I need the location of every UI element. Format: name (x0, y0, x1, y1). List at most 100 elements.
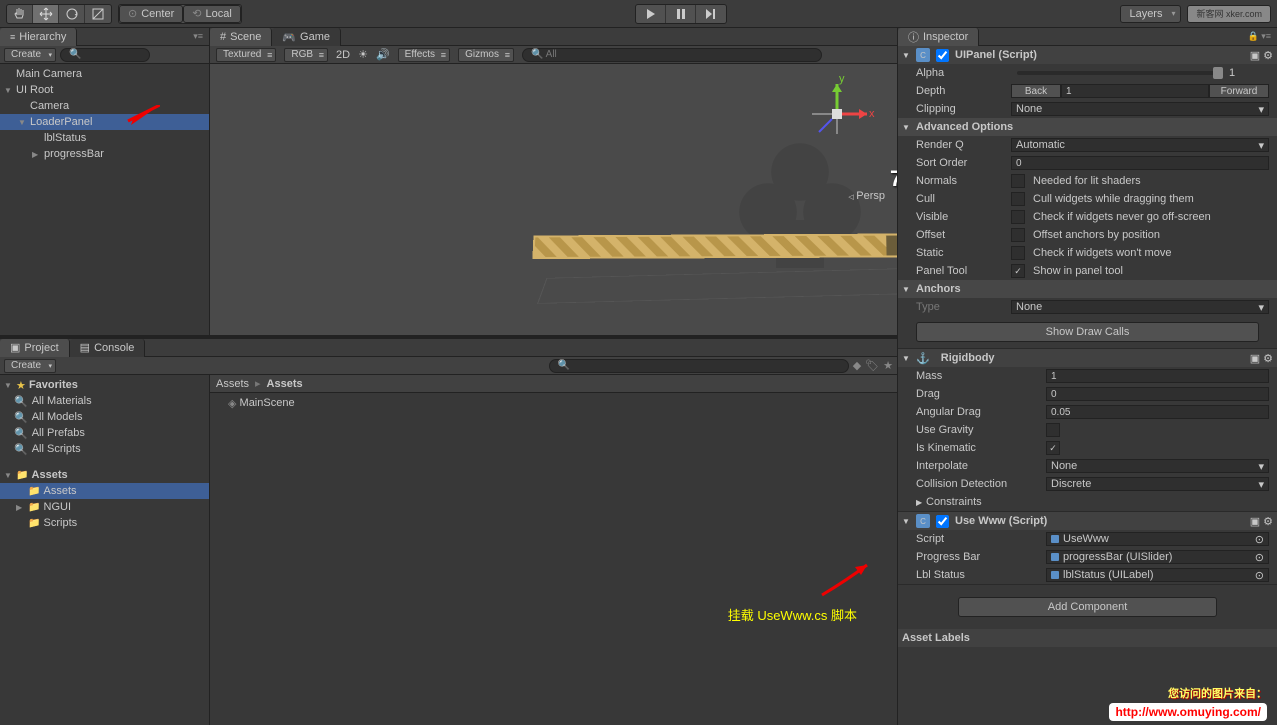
pause-button[interactable] (666, 5, 696, 23)
orientation-gizmo[interactable]: y x (797, 74, 877, 154)
help-icon[interactable]: ▣ ⚙ (1250, 515, 1273, 528)
hierarchy-item-selected[interactable]: ▼LoaderPanel (0, 114, 209, 130)
hierarchy-create[interactable]: Create (4, 48, 56, 62)
component-header-uipanel[interactable]: ▼C UIPanel (Script)▣ ⚙ (898, 46, 1277, 64)
folder-item-selected[interactable]: 📁 Assets (0, 483, 209, 499)
watermark-tag: 新客网 xker.com (1187, 5, 1271, 23)
favorite-item[interactable]: 🔍All Models (0, 409, 209, 425)
collision-dropdown[interactable]: Discrete▾ (1046, 477, 1269, 491)
gravity-checkbox[interactable] (1046, 423, 1060, 437)
play-button[interactable] (636, 5, 666, 23)
effects-dropdown[interactable]: Effects (398, 48, 450, 62)
panel-menu-icon[interactable]: ▾≡ (193, 31, 209, 42)
folder-item[interactable]: ▶📁 NGUI (0, 499, 209, 515)
inspector-tab[interactable]: ⓘInspector (898, 28, 979, 46)
help-icon[interactable]: ▣ ⚙ (1250, 49, 1273, 62)
forward-button[interactable]: Forward (1209, 84, 1269, 98)
breadcrumb-item[interactable]: Assets (216, 378, 249, 390)
audio-toggle[interactable]: 🔊 (376, 48, 390, 61)
kinematic-checkbox[interactable] (1046, 441, 1060, 455)
hierarchy-item[interactable]: ▼UI Root (0, 82, 209, 98)
favorite-item[interactable]: 🔍All Materials (0, 393, 209, 409)
hierarchy-search[interactable]: 🔍 (60, 48, 150, 62)
angdrag-input[interactable]: 0.05 (1046, 405, 1269, 419)
move-tool[interactable] (33, 5, 59, 23)
main-toolbar: ⊙Center ⟲Local Layers 新客网 xker.com (0, 0, 1277, 28)
shading-mode[interactable]: Textured (216, 48, 276, 62)
scene-search[interactable]: 🔍 All (522, 48, 822, 62)
visible-checkbox[interactable] (1011, 210, 1025, 224)
rotate-tool[interactable] (59, 5, 85, 23)
hierarchy-item[interactable]: ▶progressBar (0, 146, 209, 162)
normals-checkbox[interactable] (1011, 174, 1025, 188)
center-toggle[interactable]: ⊙Center (119, 5, 183, 23)
favorite-item[interactable]: 🔍All Prefabs (0, 425, 209, 441)
project-tab[interactable]: ▣Project (0, 339, 70, 357)
project-create[interactable]: Create (4, 359, 56, 373)
constraints-header[interactable]: ▶Constraints (898, 493, 1277, 511)
sort-input[interactable]: 0 (1011, 156, 1269, 170)
interp-dropdown[interactable]: None▾ (1046, 459, 1269, 473)
lblstatus-field[interactable]: lblStatus (UILabel)⊙ (1046, 568, 1269, 582)
script-icon: C (916, 48, 930, 62)
gizmos-dropdown[interactable]: Gizmos (458, 48, 514, 62)
render-mode[interactable]: RGB (284, 48, 328, 62)
asset-item[interactable]: ◈ MainScene (224, 395, 897, 411)
step-button[interactable] (696, 5, 726, 23)
drag-input[interactable]: 0 (1046, 387, 1269, 401)
lock-icon[interactable]: 🔒 ▾≡ (1248, 31, 1277, 42)
anchors-header[interactable]: ▼Anchors (898, 280, 1277, 298)
favorite-item[interactable]: 🔍All Scripts (0, 441, 209, 457)
svg-text:x: x (869, 108, 875, 120)
scene-viewport[interactable]: y x ◁ Persp 70% (210, 64, 897, 335)
cull-checkbox[interactable] (1011, 192, 1025, 206)
back-button[interactable]: Back (1011, 84, 1061, 98)
project-breadcrumb: Assets▸ Assets (210, 375, 897, 393)
renderq-dropdown[interactable]: Automatic▾ (1011, 138, 1269, 152)
2d-toggle[interactable]: 2D (336, 49, 350, 61)
advanced-header[interactable]: ▼Advanced Options (898, 118, 1277, 136)
add-component-button[interactable]: Add Component (958, 597, 1217, 617)
search-filter-icon[interactable]: 🏷 (865, 359, 879, 372)
offset-checkbox[interactable] (1011, 228, 1025, 242)
component-enabled[interactable] (936, 515, 949, 528)
script-field[interactable]: UseWww⊙ (1046, 532, 1269, 546)
progressbar-field[interactable]: progressBar (UISlider)⊙ (1046, 550, 1269, 564)
local-toggle[interactable]: ⟲Local (183, 5, 241, 23)
progress-label: 70% (890, 166, 897, 192)
layers-dropdown[interactable]: Layers (1120, 5, 1181, 23)
assets-header[interactable]: ▼📁 Assets (0, 467, 209, 483)
component-header-usewww[interactable]: ▼CUse Www (Script)▣ ⚙ (898, 512, 1277, 530)
paneltool-checkbox[interactable] (1011, 264, 1025, 278)
breadcrumb-item[interactable]: Assets (267, 378, 303, 390)
asset-labels-header[interactable]: Asset Labels (898, 629, 1277, 647)
hierarchy-item[interactable]: lblStatus (0, 130, 209, 146)
persp-label: ◁ Persp (848, 190, 885, 202)
clipping-dropdown[interactable]: None▾ (1011, 102, 1269, 116)
console-tab[interactable]: ▤Console (70, 339, 146, 357)
hierarchy-item[interactable]: Main Camera (0, 66, 209, 82)
search-filter-icon[interactable]: ◆ (853, 359, 861, 372)
folder-item[interactable]: 📁 Scripts (0, 515, 209, 531)
hierarchy-item[interactable]: Camera (0, 98, 209, 114)
component-enabled[interactable] (936, 49, 949, 62)
search-filter-icon[interactable]: ★ (883, 359, 893, 372)
hand-tool[interactable] (7, 5, 33, 23)
game-tab[interactable]: 🎮Game (272, 28, 341, 46)
help-icon[interactable]: ▣ ⚙ (1250, 352, 1273, 365)
mass-input[interactable]: 1 (1046, 369, 1269, 383)
hierarchy-tab[interactable]: ≡Hierarchy (0, 28, 77, 46)
anchor-type-dropdown[interactable]: None▾ (1011, 300, 1269, 314)
svg-text:y: y (839, 74, 845, 85)
project-search[interactable]: 🔍 (549, 359, 849, 373)
play-controls (635, 4, 727, 24)
depth-input[interactable]: 1 (1061, 84, 1209, 98)
project-panel: ▣Project ▤Console Create 🔍 ◆ 🏷 ★ ▼★ Favo… (0, 335, 897, 725)
static-checkbox[interactable] (1011, 246, 1025, 260)
favorites-header[interactable]: ▼★ Favorites (0, 377, 209, 393)
scale-tool[interactable] (85, 5, 111, 23)
component-header-rigidbody[interactable]: ▼⚓ Rigidbody▣ ⚙ (898, 349, 1277, 367)
drawcalls-button[interactable]: Show Draw Calls (916, 322, 1259, 342)
light-toggle[interactable]: ☀ (358, 48, 368, 61)
scene-tab[interactable]: #Scene (210, 28, 272, 46)
